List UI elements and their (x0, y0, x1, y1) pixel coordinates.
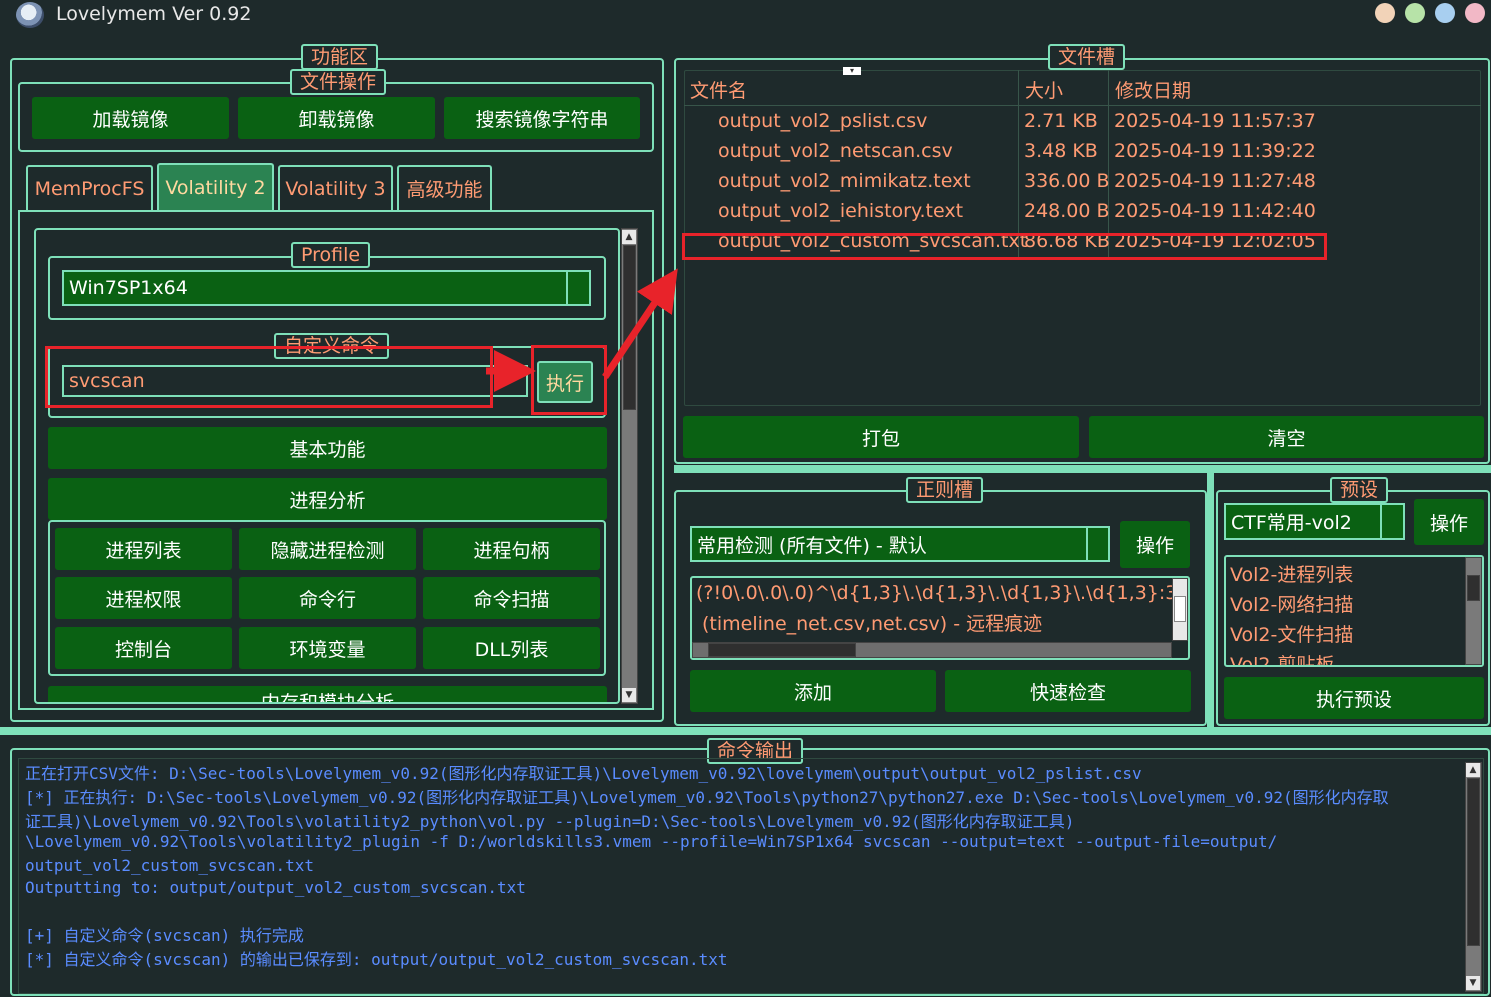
annotation-arrows (486, 268, 678, 392)
arrow-to-file (602, 268, 678, 379)
